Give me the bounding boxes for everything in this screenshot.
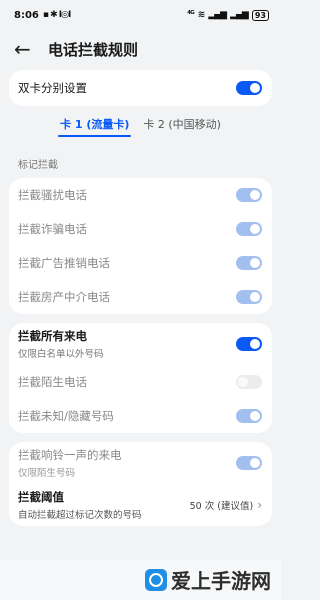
one-ring-row[interactable]: 拦截响铃一声的来电 仅限陌生号码 [9,442,272,484]
battery-icon: 93 [251,9,269,21]
block-realestate-label: 拦截房产中介电话 [18,290,110,304]
status-left: 8:06 ▪ ✱ I◎I [14,9,71,21]
block-all-sub: 仅限白名单以外号码 [18,349,104,360]
section-label-marked: 标记拦截 [18,160,58,171]
signal-icon: ▂▄▆ [208,10,227,20]
dual-sim-row[interactable]: 双卡分别设置 [9,70,272,106]
block-ads-row[interactable]: 拦截广告推销电话 [9,246,272,280]
dual-sim-toggle[interactable] [236,81,262,95]
block-all-text: 拦截所有来电 仅限白名单以外号码 [18,328,104,360]
threshold-text: 拦截阈值 自动拦截超过标记次数的号码 [18,489,142,521]
block-unknown-toggle[interactable] [236,409,262,423]
sim-tabs: 卡 1 (流量卡) 卡 2 (中国移动) [0,116,281,144]
status-right: ⁴ᴳ ≋ ▂▄▆ ▂▄▆ 93 [187,9,269,21]
dual-sim-text: 双卡分别设置 [18,80,87,96]
block-fraud-text: 拦截诈骗电话 [18,221,87,237]
block-unknown-text: 拦截未知/隐藏号码 [18,408,114,424]
watermark-logo-icon [145,568,167,591]
block-harassment-label: 拦截骚扰电话 [18,188,87,202]
block-all-card: 拦截所有来电 仅限白名单以外号码 拦截陌生电话 拦截未知/隐藏号码 [9,323,272,433]
wifi-icon: ≋ [197,10,205,20]
block-strangers-toggle[interactable] [236,375,262,389]
block-fraud-row[interactable]: 拦截诈骗电话 [9,212,272,246]
chevron-right-icon: › [257,498,262,512]
dual-sim-card: 双卡分别设置 [9,70,272,106]
watermark-text: 爱上手游网 [171,569,271,593]
signal-icon-2: ▂▄▆ [230,10,249,20]
page-title: 电话拦截规则 [48,40,139,59]
block-strangers-text: 拦截陌生电话 [18,374,87,390]
one-ring-toggle[interactable] [236,456,262,470]
block-strangers-label: 拦截陌生电话 [18,375,87,389]
marked-block-card: 拦截骚扰电话 拦截诈骗电话 拦截广告推销电话 拦截房产中介电话 [9,178,272,314]
threshold-value-wrap: 50 次 (建议值) › [190,498,262,512]
one-ring-sub: 仅限陌生号码 [18,468,76,479]
block-fraud-label: 拦截诈骗电话 [18,222,87,236]
threshold-value: 50 次 (建议值) [189,501,254,512]
block-all-label: 拦截所有来电 [18,329,87,343]
block-all-toggle[interactable] [236,337,262,351]
block-all-row[interactable]: 拦截所有来电 仅限白名单以外号码 [9,323,272,365]
header: ← 电话拦截规则 [0,30,281,68]
threshold-sub: 自动拦截超过标记次数的号码 [18,510,142,521]
block-ads-toggle[interactable] [236,256,262,270]
block-harassment-text: 拦截骚扰电话 [18,187,87,203]
watermark: 爱上手游网 [145,565,271,594]
block-harassment-toggle[interactable] [236,188,262,202]
back-arrow-icon[interactable]: ← [14,39,40,59]
block-harassment-row[interactable]: 拦截骚扰电话 [9,178,272,212]
other-card: 拦截响铃一声的来电 仅限陌生号码 拦截阈值 自动拦截超过标记次数的号码 50 次… [9,442,272,526]
threshold-label: 拦截阈值 [18,490,64,504]
block-unknown-label: 拦截未知/隐藏号码 [18,409,114,423]
status-bar: 8:06 ▪ ✱ I◎I ⁴ᴳ ≋ ▂▄▆ ▂▄▆ 93 [0,0,281,30]
one-ring-label: 拦截响铃一声的来电 [18,448,122,462]
block-realestate-toggle[interactable] [236,290,262,304]
dual-sim-label: 双卡分别设置 [18,81,87,95]
block-ads-label: 拦截广告推销电话 [18,256,110,270]
block-fraud-toggle[interactable] [236,222,262,236]
one-ring-text: 拦截响铃一声的来电 仅限陌生号码 [18,447,122,479]
block-realestate-row[interactable]: 拦截房产中介电话 [9,280,272,314]
tab-sim2[interactable]: 卡 2 (中国移动) [141,116,223,137]
tab-sim1[interactable]: 卡 1 (流量卡) [58,116,132,137]
notification-icons: ▪ ✱ I◎I [42,10,71,20]
block-ads-text: 拦截广告推销电话 [18,255,110,271]
block-realestate-text: 拦截房产中介电话 [18,289,110,305]
block-strangers-row[interactable]: 拦截陌生电话 [9,365,272,399]
threshold-row[interactable]: 拦截阈值 自动拦截超过标记次数的号码 50 次 (建议值) › [9,484,272,526]
block-unknown-row[interactable]: 拦截未知/隐藏号码 [9,399,272,433]
status-time: 8:06 [14,9,39,21]
network-icon: ⁴ᴳ [187,10,195,20]
